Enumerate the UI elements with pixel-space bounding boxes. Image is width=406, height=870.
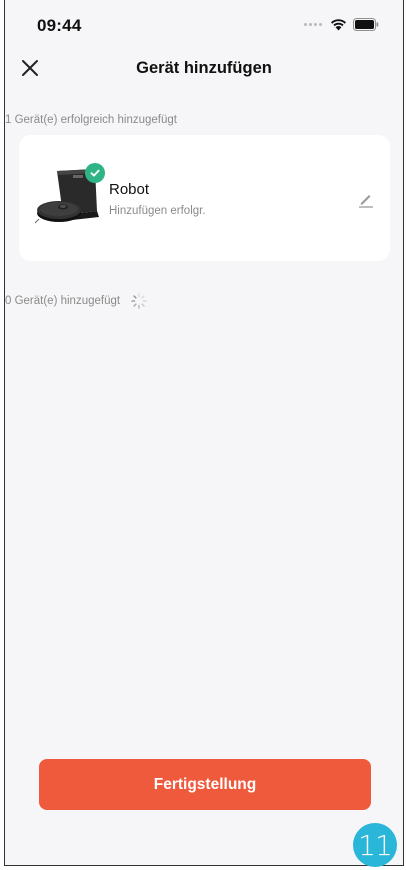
edit-pencil-icon: [359, 195, 373, 208]
battery-icon: [353, 18, 379, 31]
pending-section-label: 0 Gerät(e) hinzugefügt: [5, 295, 121, 307]
device-name: Robot: [109, 181, 150, 198]
device-card[interactable]: Robot Hinzufügen erfolgr.: [19, 135, 390, 261]
edit-button[interactable]: [356, 189, 376, 209]
status-time: 09:44: [37, 16, 82, 35]
finish-button[interactable]: Fertigstellung: [39, 759, 371, 810]
wifi-icon: [331, 19, 346, 31]
loading-spinner-icon: [131, 293, 147, 309]
signal-dots-icon: [304, 23, 322, 26]
pending-section: 0 Gerät(e) hinzugefügt: [5, 292, 148, 310]
app-screen: 09:44 Gerät hinzufügen 1 Gerät(e) erfolg…: [4, 0, 404, 866]
success-section-label: 1 Gerät(e) erfolgreich hinzugefügt: [5, 114, 177, 126]
check-icon: [90, 169, 100, 177]
page-title: Gerät hinzufügen: [136, 59, 272, 77]
device-status: Hinzufügen erfolgr.: [109, 205, 206, 217]
status-bar: 09:44: [5, 0, 403, 46]
status-icons: [304, 18, 379, 31]
success-badge: [85, 163, 105, 183]
page-number-badge: 11: [353, 823, 397, 867]
nav-header: Gerät hinzufügen: [5, 46, 403, 90]
